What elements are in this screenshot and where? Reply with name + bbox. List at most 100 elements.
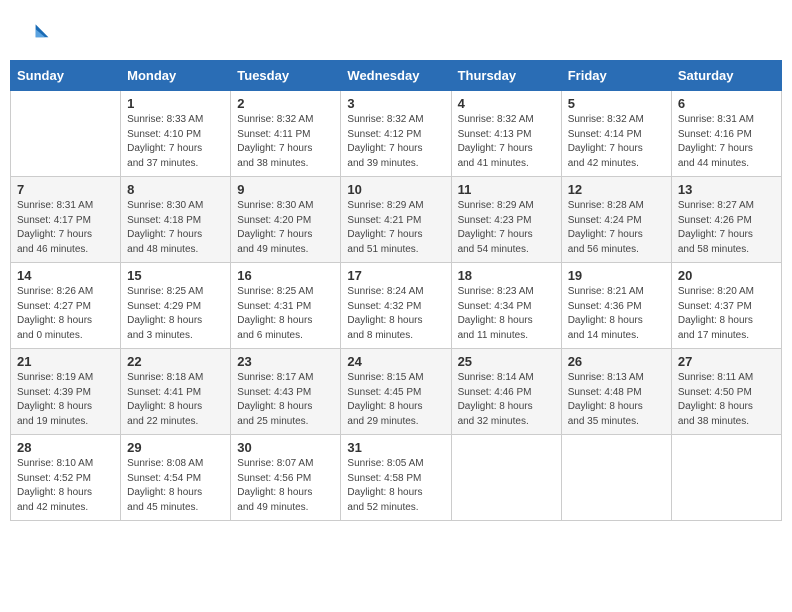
day-of-week-header: Wednesday — [341, 61, 451, 91]
day-of-week-header: Saturday — [671, 61, 781, 91]
day-info: Sunrise: 8:28 AM Sunset: 4:24 PM Dayligh… — [568, 199, 665, 257]
calendar-cell — [561, 435, 671, 521]
calendar-week-row: 14 Sunrise: 8:26 AM Sunset: 4:27 PM Dayli… — [11, 263, 782, 349]
calendar-cell: 6 Sunrise: 8:31 AM Sunset: 4:16 PM Daylig… — [671, 91, 781, 177]
day-of-week-header: Friday — [561, 61, 671, 91]
day-number: 23 — [237, 354, 334, 369]
days-of-week-row: SundayMondayTuesdayWednesdayThursdayFrid… — [11, 61, 782, 91]
day-number: 2 — [237, 96, 334, 111]
calendar-cell: 5Sunrise: 8:32 AM Sunset: 4:14 PM Daylig… — [561, 91, 671, 177]
calendar-cell: 20 Sunrise: 8:20 AM Sunset: 4:37 PM Dayli… — [671, 263, 781, 349]
day-info: Sunrise: 8:25 AM Sunset: 4:31 PM Dayligh… — [237, 285, 334, 343]
day-number: 12 — [568, 182, 665, 197]
day-info: Sunrise: 8:31 AM Sunset: 4:16 PM Dayligh… — [678, 113, 775, 171]
calendar-cell: 4 Sunrise: 8:32 AM Sunset: 4:13 PM Daylig… — [451, 91, 561, 177]
day-number: 5 — [568, 96, 665, 111]
day-number: 18 — [458, 268, 555, 283]
calendar-week-row: 28Sunrise: 8:10 AM Sunset: 4:52 PM Dayli… — [11, 435, 782, 521]
day-info: Sunrise: 8:05 AM Sunset: 4:58 PM Dayligh… — [347, 457, 444, 515]
day-number: 1 — [127, 96, 224, 111]
day-info: Sunrise: 8:13 AM Sunset: 4:48 PM Dayligh… — [568, 371, 665, 429]
day-info: Sunrise: 8:30 AM Sunset: 4:18 PM Dayligh… — [127, 199, 224, 257]
calendar-week-row: 1Sunrise: 8:33 AM Sunset: 4:10 PM Daylig… — [11, 91, 782, 177]
calendar-week-row: 21 Sunrise: 8:19 AM Sunset: 4:39 PM Dayli… — [11, 349, 782, 435]
day-number: 20 — [678, 268, 775, 283]
day-info: Sunrise: 8:32 AM Sunset: 4:13 PM Dayligh… — [458, 113, 555, 171]
calendar-cell: 13Sunrise: 8:27 AM Sunset: 4:26 PM Dayli… — [671, 177, 781, 263]
day-info: Sunrise: 8:08 AM Sunset: 4:54 PM Dayligh… — [127, 457, 224, 515]
calendar-cell: 21 Sunrise: 8:19 AM Sunset: 4:39 PM Dayli… — [11, 349, 121, 435]
calendar-cell: 31 Sunrise: 8:05 AM Sunset: 4:58 PM Dayli… — [341, 435, 451, 521]
day-info: Sunrise: 8:21 AM Sunset: 4:36 PM Dayligh… — [568, 285, 665, 343]
day-info: Sunrise: 8:23 AM Sunset: 4:34 PM Dayligh… — [458, 285, 555, 343]
logo-icon — [18, 18, 50, 50]
calendar-cell: 1Sunrise: 8:33 AM Sunset: 4:10 PM Daylig… — [121, 91, 231, 177]
calendar-cell: 17 Sunrise: 8:24 AM Sunset: 4:32 PM Dayli… — [341, 263, 451, 349]
calendar-cell: 19 Sunrise: 8:21 AM Sunset: 4:36 PM Dayli… — [561, 263, 671, 349]
day-of-week-header: Tuesday — [231, 61, 341, 91]
calendar-cell — [11, 91, 121, 177]
day-info: Sunrise: 8:29 AM Sunset: 4:23 PM Dayligh… — [458, 199, 555, 257]
day-of-week-header: Thursday — [451, 61, 561, 91]
day-of-week-header: Sunday — [11, 61, 121, 91]
day-number: 28 — [17, 440, 114, 455]
day-number: 26 — [568, 354, 665, 369]
day-number: 6 — [678, 96, 775, 111]
day-number: 17 — [347, 268, 444, 283]
calendar-cell: 11Sunrise: 8:29 AM Sunset: 4:23 PM Dayli… — [451, 177, 561, 263]
calendar-cell: 25Sunrise: 8:14 AM Sunset: 4:46 PM Dayli… — [451, 349, 561, 435]
calendar-cell: 24 Sunrise: 8:15 AM Sunset: 4:45 PM Dayli… — [341, 349, 451, 435]
calendar-cell: 7Sunrise: 8:31 AM Sunset: 4:17 PM Daylig… — [11, 177, 121, 263]
day-number: 31 — [347, 440, 444, 455]
calendar-body: 1Sunrise: 8:33 AM Sunset: 4:10 PM Daylig… — [11, 91, 782, 521]
calendar-cell — [451, 435, 561, 521]
calendar-cell: 27Sunrise: 8:11 AM Sunset: 4:50 PM Dayli… — [671, 349, 781, 435]
day-info: Sunrise: 8:19 AM Sunset: 4:39 PM Dayligh… — [17, 371, 114, 429]
calendar-cell: 23 Sunrise: 8:17 AM Sunset: 4:43 PM Dayli… — [231, 349, 341, 435]
calendar-week-row: 7Sunrise: 8:31 AM Sunset: 4:17 PM Daylig… — [11, 177, 782, 263]
day-of-week-header: Monday — [121, 61, 231, 91]
day-info: Sunrise: 8:32 AM Sunset: 4:11 PM Dayligh… — [237, 113, 334, 171]
calendar-cell: 15 Sunrise: 8:25 AM Sunset: 4:29 PM Dayli… — [121, 263, 231, 349]
day-info: Sunrise: 8:26 AM Sunset: 4:27 PM Dayligh… — [17, 285, 114, 343]
day-info: Sunrise: 8:14 AM Sunset: 4:46 PM Dayligh… — [458, 371, 555, 429]
day-number: 16 — [237, 268, 334, 283]
day-number: 14 — [17, 268, 114, 283]
calendar-cell: 3 Sunrise: 8:32 AM Sunset: 4:12 PM Daylig… — [341, 91, 451, 177]
day-info: Sunrise: 8:15 AM Sunset: 4:45 PM Dayligh… — [347, 371, 444, 429]
day-number: 30 — [237, 440, 334, 455]
day-info: Sunrise: 8:30 AM Sunset: 4:20 PM Dayligh… — [237, 199, 334, 257]
day-number: 15 — [127, 268, 224, 283]
calendar-cell: 18 Sunrise: 8:23 AM Sunset: 4:34 PM Dayli… — [451, 263, 561, 349]
day-info: Sunrise: 8:25 AM Sunset: 4:29 PM Dayligh… — [127, 285, 224, 343]
calendar-cell: 28Sunrise: 8:10 AM Sunset: 4:52 PM Dayli… — [11, 435, 121, 521]
calendar-cell: 14 Sunrise: 8:26 AM Sunset: 4:27 PM Dayli… — [11, 263, 121, 349]
calendar-cell: 8 Sunrise: 8:30 AM Sunset: 4:18 PM Daylig… — [121, 177, 231, 263]
day-info: Sunrise: 8:24 AM Sunset: 4:32 PM Dayligh… — [347, 285, 444, 343]
day-info: Sunrise: 8:07 AM Sunset: 4:56 PM Dayligh… — [237, 457, 334, 515]
day-info: Sunrise: 8:29 AM Sunset: 4:21 PM Dayligh… — [347, 199, 444, 257]
calendar-cell — [671, 435, 781, 521]
calendar-cell: 16 Sunrise: 8:25 AM Sunset: 4:31 PM Dayli… — [231, 263, 341, 349]
calendar-cell: 10 Sunrise: 8:29 AM Sunset: 4:21 PM Dayli… — [341, 177, 451, 263]
day-number: 21 — [17, 354, 114, 369]
page-header — [0, 0, 792, 60]
day-number: 22 — [127, 354, 224, 369]
day-info: Sunrise: 8:18 AM Sunset: 4:41 PM Dayligh… — [127, 371, 224, 429]
day-number: 24 — [347, 354, 444, 369]
day-number: 10 — [347, 182, 444, 197]
calendar-cell: 12 Sunrise: 8:28 AM Sunset: 4:24 PM Dayli… — [561, 177, 671, 263]
calendar-cell: 2 Sunrise: 8:32 AM Sunset: 4:11 PM Daylig… — [231, 91, 341, 177]
day-info: Sunrise: 8:17 AM Sunset: 4:43 PM Dayligh… — [237, 371, 334, 429]
calendar-cell: 26 Sunrise: 8:13 AM Sunset: 4:48 PM Dayli… — [561, 349, 671, 435]
day-number: 8 — [127, 182, 224, 197]
day-number: 19 — [568, 268, 665, 283]
day-info: Sunrise: 8:20 AM Sunset: 4:37 PM Dayligh… — [678, 285, 775, 343]
day-number: 27 — [678, 354, 775, 369]
day-number: 4 — [458, 96, 555, 111]
day-info: Sunrise: 8:32 AM Sunset: 4:12 PM Dayligh… — [347, 113, 444, 171]
day-number: 3 — [347, 96, 444, 111]
calendar-cell: 22 Sunrise: 8:18 AM Sunset: 4:41 PM Dayli… — [121, 349, 231, 435]
logo — [18, 18, 54, 50]
day-number: 13 — [678, 182, 775, 197]
